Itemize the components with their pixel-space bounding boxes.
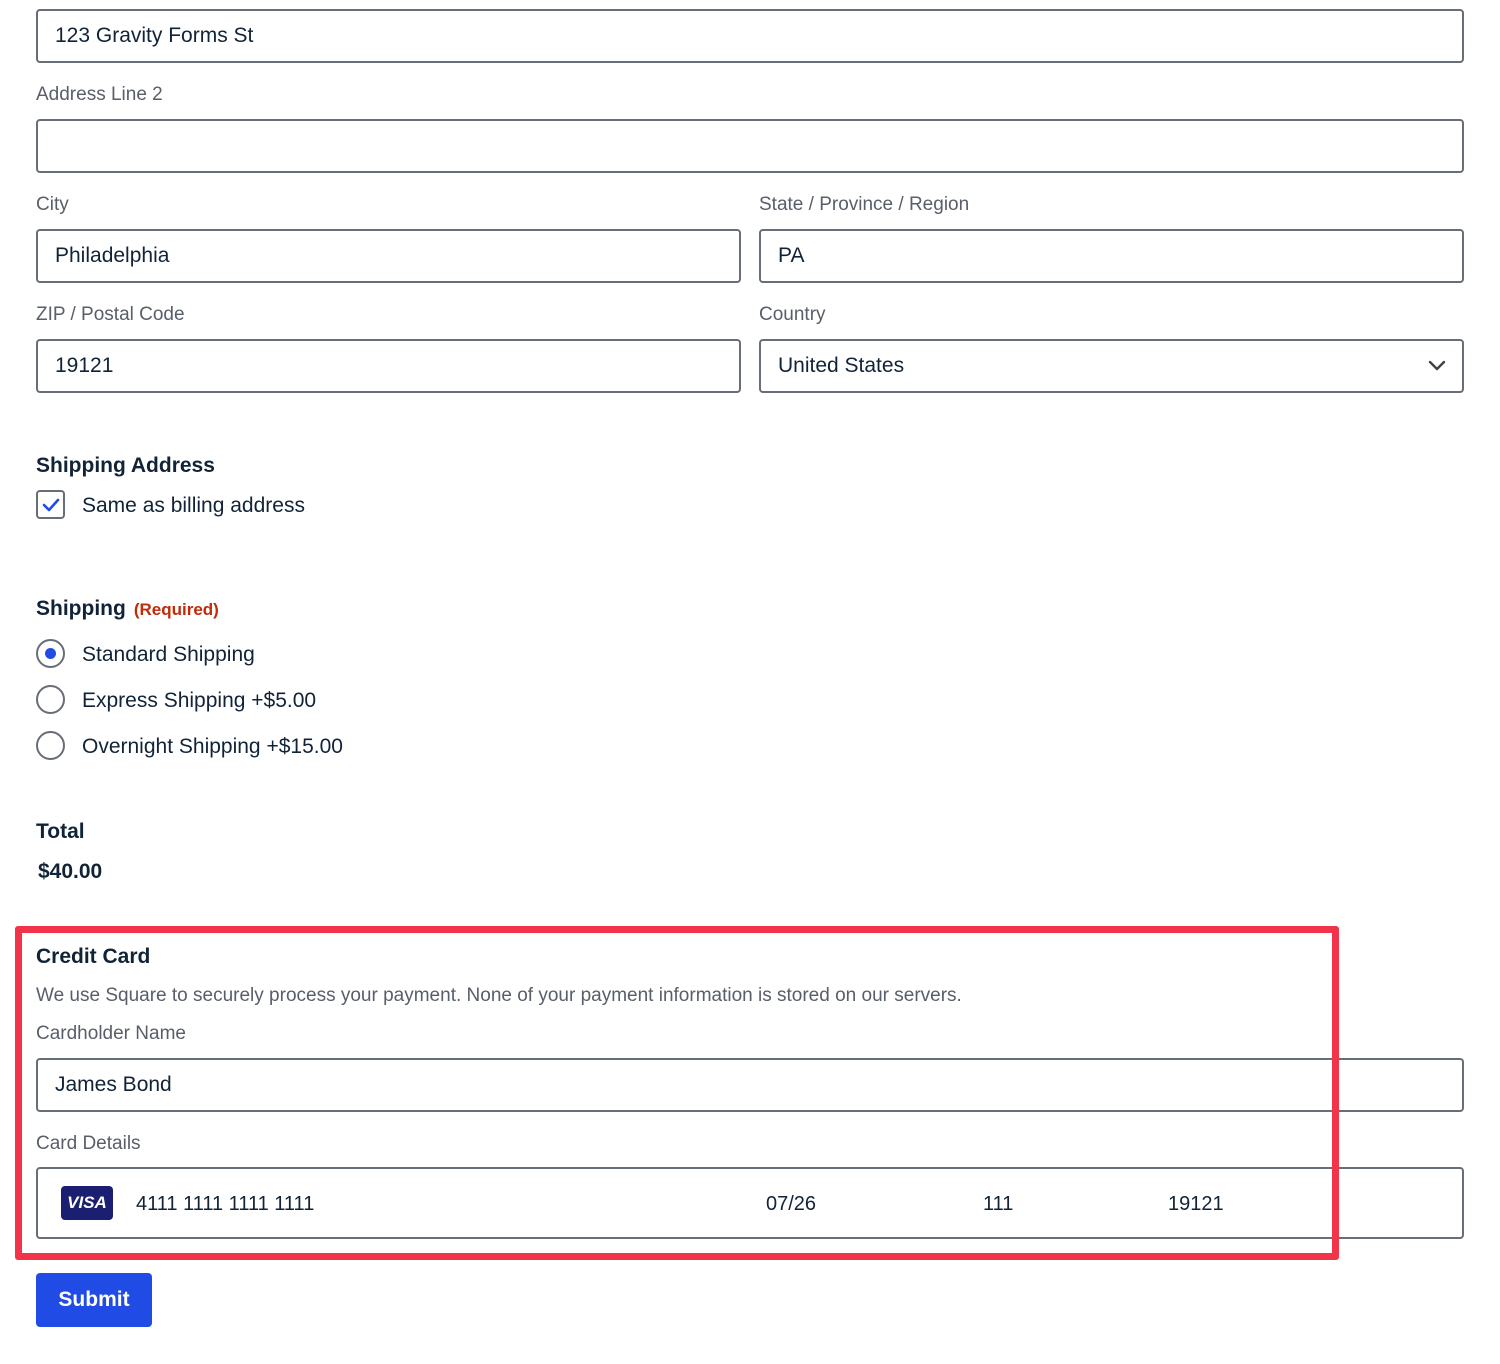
country-label: Country: [759, 304, 826, 325]
required-indicator: (Required): [133, 600, 219, 619]
same-as-billing-label[interactable]: Same as billing address: [82, 495, 305, 516]
city-input[interactable]: Philadelphia: [36, 229, 741, 283]
credit-card-description: We use Square to securely process your p…: [36, 985, 962, 1006]
card-postal-field[interactable]: 19121: [1168, 1194, 1224, 1214]
express-shipping-radio[interactable]: [36, 685, 65, 714]
cardholder-name-label: Cardholder Name: [36, 1023, 186, 1044]
total-value: $40.00: [38, 860, 103, 883]
total-title: Total: [36, 820, 85, 843]
country-value: United States: [778, 354, 905, 377]
zip-label: ZIP / Postal Code: [36, 304, 185, 325]
standard-shipping-radio[interactable]: [36, 639, 65, 668]
card-cvv-field[interactable]: 111: [983, 1194, 1013, 1214]
state-input[interactable]: PA: [759, 229, 1464, 283]
shipping-title-text: Shipping: [36, 597, 126, 620]
checkmark-icon: [42, 498, 59, 511]
zip-value: 19121: [55, 354, 114, 377]
shipping-title: Shipping (Required): [36, 598, 219, 619]
address-line1-input[interactable]: 123 Gravity Forms St: [36, 9, 1464, 63]
submit-button[interactable]: Submit: [36, 1273, 152, 1327]
cardholder-name-value: James Bond: [55, 1073, 172, 1096]
card-expiry-field[interactable]: 07/26: [766, 1194, 816, 1214]
country-select[interactable]: United States: [759, 339, 1464, 393]
state-label: State / Province / Region: [759, 194, 970, 215]
overnight-shipping-label[interactable]: Overnight Shipping +$15.00: [82, 736, 343, 757]
city-label: City: [36, 194, 69, 215]
card-number-field[interactable]: 4111 1111 1111 1111: [136, 1194, 314, 1214]
overnight-shipping-radio[interactable]: [36, 731, 65, 760]
address-line2-label: Address Line 2: [36, 84, 163, 105]
standard-shipping-label[interactable]: Standard Shipping: [82, 644, 255, 665]
zip-input[interactable]: 19121: [36, 339, 741, 393]
address-line2-input[interactable]: [36, 119, 1464, 173]
city-value: Philadelphia: [55, 244, 170, 267]
express-shipping-label[interactable]: Express Shipping +$5.00: [82, 690, 316, 711]
radio-selected-dot: [45, 648, 56, 659]
card-details-label: Card Details: [36, 1133, 141, 1154]
cardholder-name-input[interactable]: James Bond: [36, 1058, 1464, 1112]
credit-card-title: Credit Card: [36, 945, 151, 968]
state-value: PA: [778, 244, 805, 267]
address-line1-value: 123 Gravity Forms St: [55, 24, 254, 47]
same-as-billing-checkbox[interactable]: [36, 490, 65, 519]
visa-card-icon: VISA: [61, 1186, 113, 1220]
card-details-input[interactable]: VISA 4111 1111 1111 1111 07/26 111 19121: [36, 1167, 1464, 1239]
chevron-down-icon: [1428, 360, 1446, 371]
shipping-address-title: Shipping Address: [36, 454, 215, 477]
